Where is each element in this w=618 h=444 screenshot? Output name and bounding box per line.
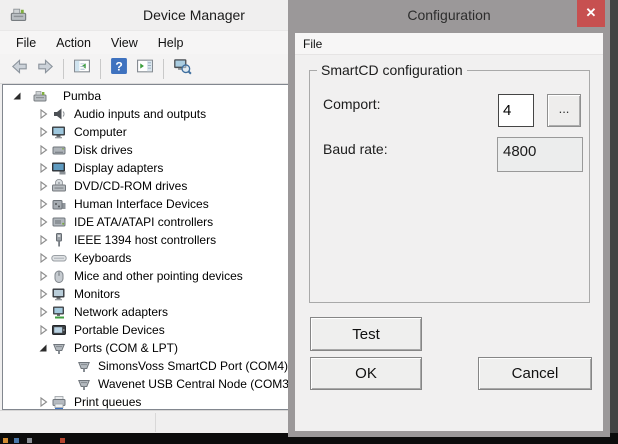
show-console-tree-button[interactable] [70, 57, 94, 81]
tree-item-label: Disk drives [74, 141, 133, 159]
mouse-icon [51, 268, 67, 284]
show-action-pane-button[interactable] [133, 57, 157, 81]
help-icon: ? [110, 57, 128, 80]
tree-item-label: Human Interface Devices [74, 195, 209, 213]
monitor-icon [51, 286, 67, 302]
tree-item-label: SimonsVoss SmartCD Port (COM4) [98, 357, 288, 375]
taskbar-fragment [3, 438, 8, 443]
tree-item-label: Wavenet USB Central Node (COM3) [98, 375, 293, 393]
tree-item-label: Display adapters [74, 159, 163, 177]
close-button[interactable]: ✕ [577, 0, 605, 27]
display-icon [51, 160, 67, 176]
tree-item-label: Computer [74, 123, 127, 141]
toolbar-separator [63, 59, 64, 79]
audio-icon [51, 106, 67, 122]
console-tree-icon [73, 57, 91, 80]
firewire-icon [51, 232, 67, 248]
collapsed-arrow-icon[interactable] [36, 251, 50, 265]
comport-label: Comport: [323, 96, 381, 112]
collapsed-arrow-icon[interactable] [36, 323, 50, 337]
forward-icon [36, 57, 55, 81]
collapsed-arrow-icon[interactable] [36, 215, 50, 229]
menu-help[interactable]: Help [148, 33, 194, 53]
collapsed-arrow-icon[interactable] [36, 233, 50, 247]
collapsed-arrow-icon[interactable] [36, 305, 50, 319]
hid-icon [51, 196, 67, 212]
tree-item-label: Monitors [74, 285, 120, 303]
collapsed-arrow-icon[interactable] [36, 161, 50, 175]
tree-item-label: Network adapters [74, 303, 168, 321]
menu-file[interactable]: File [6, 33, 46, 53]
collapsed-arrow-icon[interactable] [36, 125, 50, 139]
toolbar-separator [100, 59, 101, 79]
configuration-dialog: Configuration ✕ File SmartCD configurati… [288, 0, 610, 437]
configuration-menubar: File [295, 33, 603, 55]
menu-action[interactable]: Action [46, 33, 101, 53]
group-label: SmartCD configuration [317, 62, 467, 78]
smartcd-configuration-group: SmartCD configuration Comport: ... Baud … [309, 70, 590, 303]
tree-item-label: Audio inputs and outputs [74, 105, 206, 123]
cdrom-icon [51, 178, 67, 194]
configuration-dialog-title: Configuration [288, 0, 610, 30]
tree-item-label: Print queues [74, 393, 141, 410]
scan-icon [173, 57, 192, 81]
taskbar-fragment [60, 438, 65, 443]
expanded-arrow-icon[interactable] [10, 89, 24, 103]
taskbar-fragment [14, 438, 19, 443]
ports-icon [76, 376, 92, 392]
scan-hardware-changes-button[interactable] [170, 57, 194, 81]
tree-item-label: DVD/CD-ROM drives [74, 177, 187, 195]
collapsed-arrow-icon[interactable] [36, 107, 50, 121]
help-button[interactable]: ? [107, 57, 131, 81]
tree-item-label: Ports (COM & LPT) [74, 339, 178, 357]
tree-item-label: IEEE 1394 host controllers [74, 231, 216, 249]
computer-icon [51, 124, 67, 140]
statusbar-divider [155, 413, 156, 432]
baud-rate-label: Baud rate: [323, 141, 388, 157]
screen: Device Manager FileActionViewHelp ? Pumb… [0, 0, 618, 444]
close-icon: ✕ [586, 5, 597, 20]
comport-input[interactable] [498, 94, 534, 127]
back-icon [10, 57, 29, 81]
keyboard-icon [51, 250, 67, 266]
cancel-button[interactable]: Cancel [478, 357, 592, 390]
expanded-arrow-icon[interactable] [36, 341, 50, 355]
menu-view[interactable]: View [101, 33, 148, 53]
collapsed-arrow-icon[interactable] [36, 269, 50, 283]
collapsed-arrow-icon[interactable] [36, 179, 50, 193]
collapsed-arrow-icon[interactable] [36, 395, 50, 409]
ide-icon [51, 214, 67, 230]
tree-item-label: Keyboards [74, 249, 131, 267]
toolbar-separator [163, 59, 164, 79]
tree-item-label: Pumba [63, 87, 101, 105]
menu-file[interactable]: File [295, 35, 330, 53]
collapsed-arrow-icon[interactable] [36, 197, 50, 211]
printer-icon [51, 394, 67, 410]
tree-item-label: IDE ATA/ATAPI controllers [74, 213, 213, 231]
test-button[interactable]: Test [310, 317, 422, 351]
network-icon [51, 304, 67, 320]
forward-button[interactable] [33, 57, 57, 81]
disk-icon [51, 142, 67, 158]
back-button[interactable] [7, 57, 31, 81]
baud-rate-field: 4800 [497, 137, 583, 172]
portable-icon [51, 322, 67, 338]
tree-item-label: Portable Devices [74, 321, 165, 339]
ports-icon [76, 358, 92, 374]
tree-item-label: Mice and other pointing devices [74, 267, 243, 285]
ports-icon [51, 340, 67, 356]
comport-browse-button[interactable]: ... [547, 94, 581, 127]
svg-text:?: ? [115, 59, 122, 73]
configuration-dialog-body: File SmartCD configuration Comport: ... … [295, 33, 603, 431]
collapsed-arrow-icon[interactable] [36, 143, 50, 157]
ok-button[interactable]: OK [310, 357, 422, 390]
collapsed-arrow-icon[interactable] [36, 287, 50, 301]
pc-icon [32, 88, 48, 104]
action-pane-icon [136, 57, 154, 80]
taskbar-fragment [27, 438, 32, 443]
